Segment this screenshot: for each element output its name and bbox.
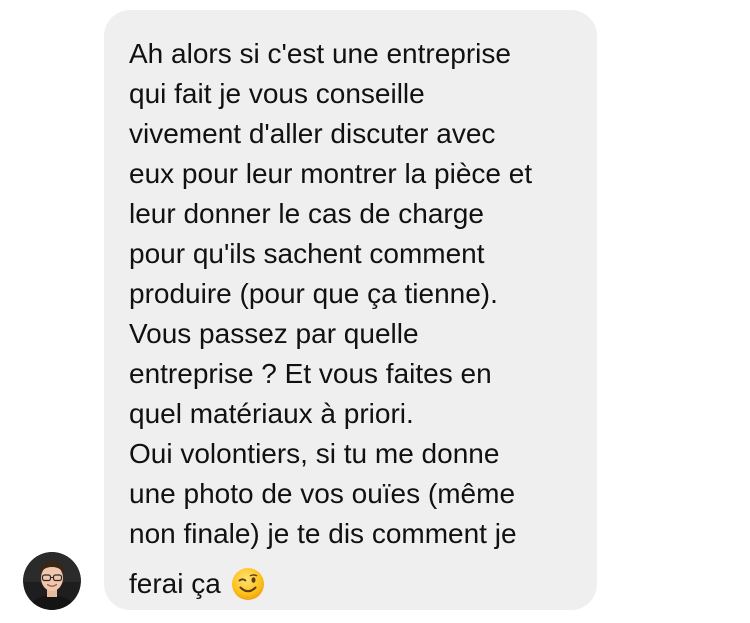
message-bubble[interactable]: Ah alors si c'est une entreprise qui fai…	[104, 10, 597, 610]
user-avatar-icon	[23, 552, 81, 610]
message-line: une photo de vos ouïes (même	[129, 478, 516, 509]
winking-face-icon	[231, 567, 265, 601]
message-line: non finale) je te dis comment je	[129, 518, 517, 549]
message-line: leur donner le cas de charge	[129, 198, 484, 229]
message-line: Oui volontiers, si tu me donne	[129, 438, 500, 469]
message-line: eux pour leur montrer la pièce et	[129, 158, 533, 189]
message-line: pour qu'ils sachent comment	[129, 238, 485, 269]
message-line: entreprise ? Et vous faites en	[129, 358, 492, 389]
message-line: qui fait je vous conseille	[129, 78, 425, 109]
message-last-line: ferai ça	[129, 564, 577, 604]
message-line: Vous passez par quelle	[129, 318, 419, 349]
message-line: Ah alors si c'est une entreprise	[129, 38, 511, 69]
message-line: ferai ça	[129, 568, 221, 599]
sender-avatar[interactable]	[23, 552, 81, 610]
message-line: quel matériaux à priori.	[129, 398, 414, 429]
message-line: produire (pour que ça tienne).	[129, 278, 498, 309]
message-line: vivement d'aller discuter avec	[129, 118, 496, 149]
